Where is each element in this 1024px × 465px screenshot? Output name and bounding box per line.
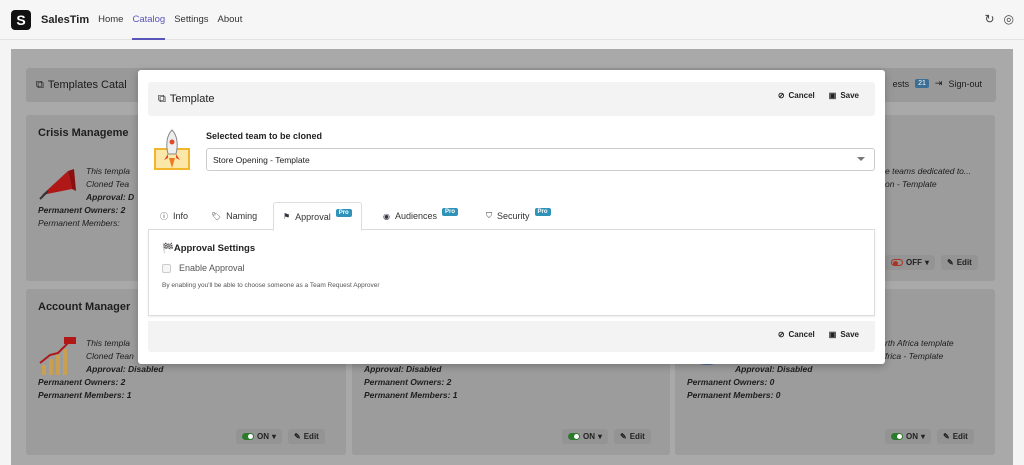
modal-title: Template <box>169 93 215 105</box>
status-toggle[interactable]: ON ▾ <box>885 429 932 444</box>
edit-button[interactable]: ✎ Edit <box>614 429 651 444</box>
edit-button[interactable]: ✎ Edit <box>937 429 974 444</box>
nav-catalog[interactable]: Catalog <box>132 0 166 40</box>
card-approval: Approval: Disabled <box>86 364 164 374</box>
pro-badge: Pro <box>335 208 352 217</box>
save-icon: ▣ <box>828 330 837 339</box>
team-select[interactable]: Store Opening - Template <box>206 148 875 171</box>
approval-settings-title: 🏁Approval Settings <box>162 243 256 254</box>
target-icon: ◉ <box>383 211 390 221</box>
status-toggle[interactable]: ON ▾ <box>562 429 609 444</box>
edit-button[interactable]: ✎ Edit <box>941 255 978 270</box>
pro-badge: Pro <box>442 208 459 216</box>
toggle-icon <box>568 433 580 440</box>
card-members: Permanent Members: 1 <box>38 390 132 400</box>
modal-header: ⧉ Template ⊘ Cancel ▣ Save <box>148 82 875 116</box>
app-logo[interactable]: S <box>11 9 31 30</box>
enable-approval-checkbox[interactable] <box>162 263 171 273</box>
modal-footer: ⊘ Cancel ▣ Save <box>148 321 875 352</box>
shield-icon: ⛉ <box>486 211 492 220</box>
approval-panel: 🏁Approval Settings Enable Approval By en… <box>148 230 875 316</box>
tag-icon: 🏷 <box>211 211 222 221</box>
info-icon: ⓘ <box>160 211 168 221</box>
save-button[interactable]: ▣ Save <box>829 330 859 339</box>
card-desc: This templa <box>86 166 130 176</box>
checkered-flag-icon: 🏁 <box>162 243 174 254</box>
template-icon: ⧉ <box>158 92 166 105</box>
cancel-icon: ⊘ <box>777 91 785 100</box>
card-owners: Permanent Owners: 0 <box>687 377 775 387</box>
card-approval: Approval: Disabled <box>735 364 813 374</box>
cancel-button[interactable]: ⊘ Cancel <box>778 91 815 100</box>
card-clone: on - Template <box>885 179 937 189</box>
tab-approval[interactable]: ⚑ Approval Pro <box>273 202 362 231</box>
card-owners: Permanent Owners: 2 <box>38 377 126 387</box>
pro-badge: Pro <box>534 208 551 216</box>
globe-icon[interactable]: ◎ <box>1004 12 1014 26</box>
card-approval: Approval: Disabled <box>364 364 442 374</box>
card-desc: e teams dedicated to... <box>885 166 971 176</box>
card-clone: Cloned Tean <box>86 351 134 361</box>
edit-icon: ✎ <box>294 432 301 441</box>
nav-about[interactable]: About <box>218 0 243 40</box>
card-desc: This templa <box>86 338 130 348</box>
tab-info[interactable]: ⓘ Info <box>160 202 188 230</box>
card-title: Crisis Manageme <box>38 127 129 139</box>
requests-label[interactable]: ests <box>893 79 910 89</box>
tab-naming[interactable]: 🏷 Naming <box>211 202 257 230</box>
edit-icon: ✎ <box>620 432 627 441</box>
chevron-down-icon <box>857 157 865 161</box>
signout-button[interactable]: Sign-out <box>948 79 982 89</box>
megaphone-icon <box>39 169 76 200</box>
toggle-icon <box>891 259 903 266</box>
save-icon: ▣ <box>828 91 837 100</box>
template-modal: ⧉ Template ⊘ Cancel ▣ Save Selected team t… <box>138 70 885 364</box>
status-toggle[interactable]: OFF ▾ <box>885 255 936 270</box>
card-clone: frica - Template <box>885 351 944 361</box>
card-clone: Cloned Tea <box>86 179 130 189</box>
save-button[interactable]: ▣ Save <box>829 91 859 100</box>
brand-name: SalesTim <box>41 13 90 26</box>
nav-home[interactable]: Home <box>98 0 123 40</box>
requests-count-badge: 21 <box>915 79 929 88</box>
edit-icon: ✎ <box>943 432 950 441</box>
catalog-title: Templates Catal <box>47 79 127 91</box>
refresh-icon[interactable]: ↻ <box>984 12 994 26</box>
approval-hint: By enabling you'll be able to choose som… <box>162 282 380 289</box>
card-approval: Approval: D <box>86 192 135 202</box>
status-toggle[interactable]: ON ▾ <box>236 429 283 444</box>
tab-security[interactable]: ⛉ Security Pro <box>486 202 551 230</box>
toggle-icon <box>242 433 254 440</box>
edit-icon: ✎ <box>947 258 954 267</box>
edit-button[interactable]: ✎ Edit <box>288 429 325 444</box>
toggle-icon <box>891 433 903 440</box>
card-members: Permanent Members: 1 <box>364 390 458 400</box>
enable-approval-label: Enable Approval <box>179 263 245 273</box>
cancel-icon: ⊘ <box>777 330 785 339</box>
tab-audiences[interactable]: ◉ Audiences Pro <box>383 202 459 230</box>
team-select-value: Store Opening - Template <box>213 154 310 165</box>
selected-team-label: Selected team to be cloned <box>206 131 323 141</box>
enable-approval-row[interactable]: Enable Approval <box>162 263 245 273</box>
card-members: Permanent Members: 0 <box>687 390 781 400</box>
growth-chart-icon <box>39 337 76 375</box>
flag-icon: ⚑ <box>283 212 291 221</box>
card-members: Permanent Members: <box>38 218 120 228</box>
template-tabs: ⓘ Info 🏷 Naming ⚑ Approval Pro ◉ Audienc… <box>148 202 875 231</box>
card-owners: Permanent Owners: 2 <box>38 205 126 215</box>
card-owners: Permanent Owners: 2 <box>364 377 452 387</box>
rocket-icon <box>154 129 190 170</box>
signout-icon: ⇥ <box>934 78 943 88</box>
card-title: Account Manager <box>38 301 131 313</box>
nav-settings[interactable]: Settings <box>174 0 208 40</box>
templates-icon: ⧉ <box>36 78 44 91</box>
top-navbar: S SalesTim Home Catalog Settings About ↻… <box>0 0 1024 40</box>
card-desc: rth Africa template <box>885 338 954 348</box>
cancel-button[interactable]: ⊘ Cancel <box>778 330 815 339</box>
